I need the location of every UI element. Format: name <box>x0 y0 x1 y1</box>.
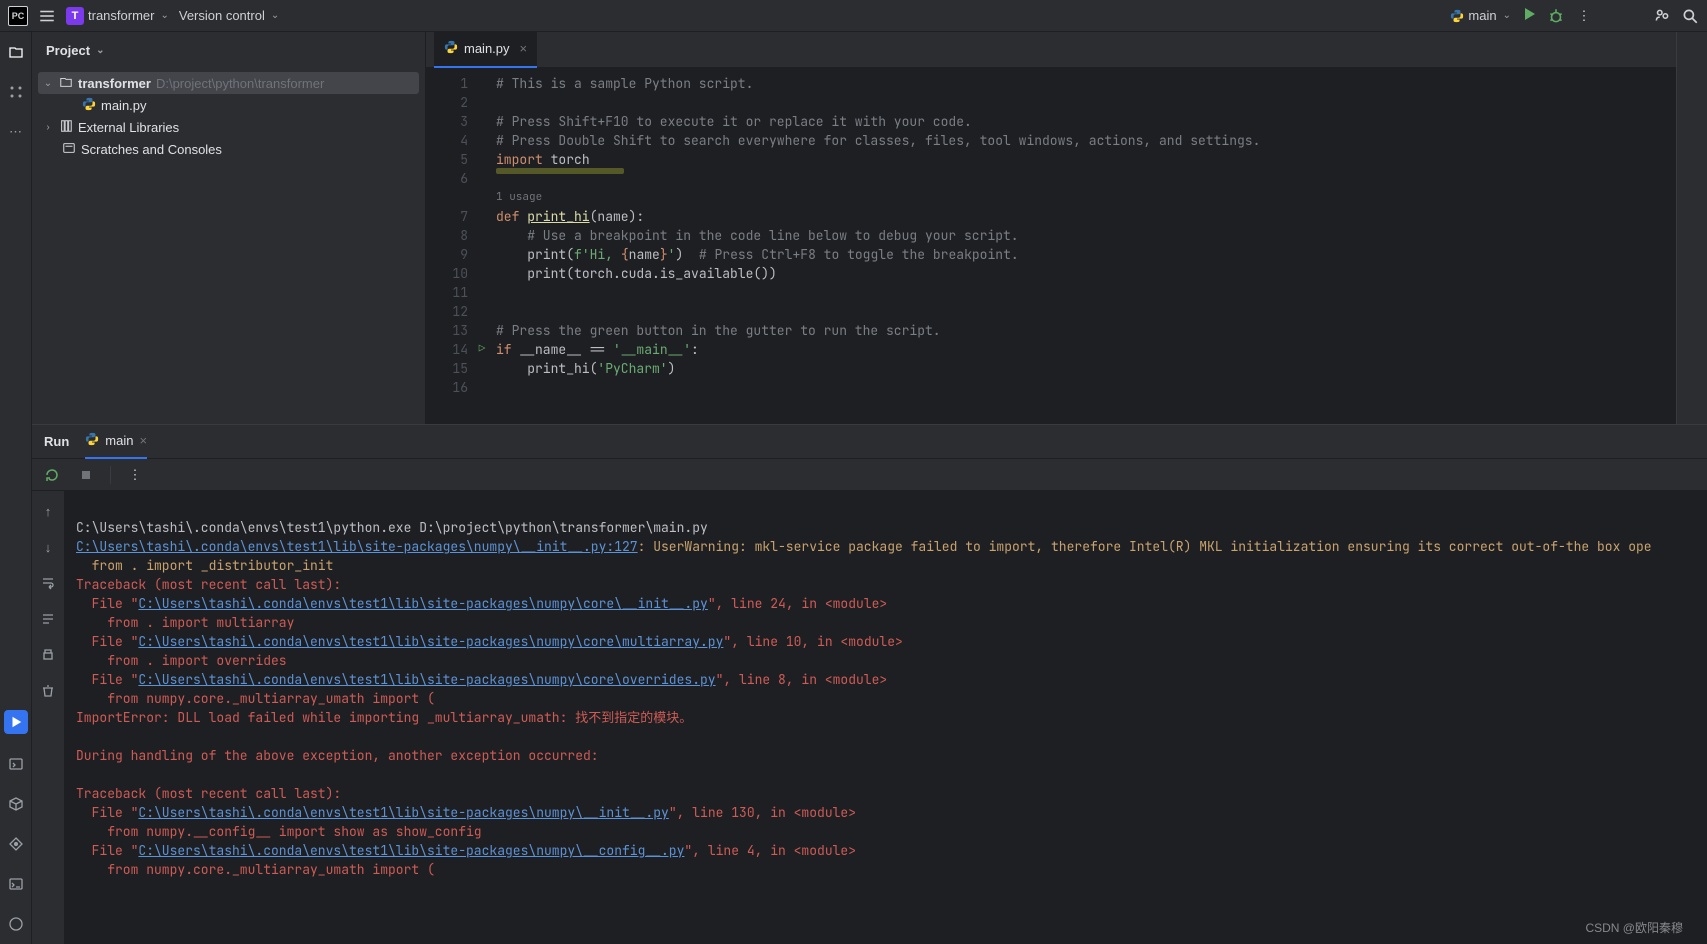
scroll-end-icon[interactable] <box>38 609 58 629</box>
rerun-icon[interactable] <box>42 465 62 485</box>
ide-logo: PC <box>8 6 28 26</box>
ext-libs-label: External Libraries <box>78 120 179 135</box>
python-file-icon <box>82 97 96 114</box>
run-tab-label: main <box>105 433 133 448</box>
scratches-icon <box>62 141 76 158</box>
titlebar: PC T transformer ⌄ Version control ⌄ mai… <box>0 0 1707 32</box>
run-button[interactable] <box>1521 6 1537 25</box>
delete-icon[interactable] <box>38 681 58 701</box>
code-with-me-icon[interactable] <box>1653 7 1671 25</box>
right-toolbar <box>1677 32 1707 424</box>
run-tab-main[interactable]: main × <box>85 425 147 459</box>
editor-tab-main[interactable]: main.py × <box>434 32 537 68</box>
python-file-icon <box>444 40 458 57</box>
editor-body[interactable]: 12345678910111213141516 ▷ # This is a sa… <box>426 68 1676 424</box>
hamburger-menu-icon[interactable] <box>38 7 56 25</box>
project-root-node[interactable]: ⌄ transformer D:\project\python\transfor… <box>38 72 419 94</box>
watermark: CSDN @欧阳秦穆 <box>1585 919 1683 936</box>
chevron-down-icon: ⌄ <box>1503 10 1511 21</box>
down-icon[interactable]: ↓ <box>38 537 58 557</box>
project-tool-icon[interactable] <box>6 42 26 62</box>
version-control-menu[interactable]: Version control ⌄ <box>179 8 279 23</box>
file-link[interactable]: C:\Users\tashi\.conda\envs\test1\lib\sit… <box>138 804 668 821</box>
left-sidebar: ⋯ <box>0 32 32 944</box>
file-link[interactable]: C:\Users\tashi\.conda\envs\test1\lib\sit… <box>138 633 723 650</box>
project-panel-header[interactable]: Project ⌄ <box>32 32 425 68</box>
services-icon[interactable] <box>6 834 26 854</box>
editor-panel: main.py × 12345678910111213141516 ▷ # Th… <box>426 32 1676 424</box>
gutter-icons: ▷ <box>476 68 488 424</box>
file-node-main[interactable]: main.py <box>38 94 419 116</box>
run-tool-window-button[interactable] <box>4 710 28 734</box>
more-actions-icon[interactable]: ⋮ <box>1575 7 1593 25</box>
python-icon <box>1450 9 1464 23</box>
editor-tabbar: main.py × <box>426 32 1676 68</box>
file-label: main.py <box>101 98 147 113</box>
root-path: D:\project\python\transformer <box>156 76 324 91</box>
run-title: Run <box>44 434 69 449</box>
debug-button[interactable] <box>1547 7 1565 25</box>
up-icon[interactable]: ↑ <box>38 501 58 521</box>
editor-tab-label: main.py <box>464 41 510 56</box>
scratches-node[interactable]: Scratches and Consoles <box>38 138 419 160</box>
project-panel-title: Project <box>46 43 90 58</box>
run-config-selector[interactable]: main ⌄ <box>1450 8 1511 23</box>
more-icon[interactable]: ⋮ <box>125 465 145 485</box>
scratches-label: Scratches and Consoles <box>81 142 222 157</box>
run-panel: Run main × ⋮ ↑ ↓ <box>32 424 1707 944</box>
run-config-label: main <box>1468 8 1496 23</box>
packages-icon[interactable] <box>6 794 26 814</box>
file-link[interactable]: C:\Users\tashi\.conda\envs\test1\lib\sit… <box>138 842 684 859</box>
chevron-down-icon: ⌄ <box>96 45 104 56</box>
terminal-icon[interactable] <box>6 874 26 894</box>
chevron-down-icon: ⌄ <box>42 78 54 89</box>
file-link[interactable]: C:\Users\tashi\.conda\envs\test1\lib\sit… <box>76 538 638 555</box>
run-toolbar: ⋮ <box>32 459 1707 491</box>
chevron-down-icon: ⌄ <box>160 10 168 21</box>
run-left-gutter: ↑ ↓ <box>32 491 64 944</box>
project-selector[interactable]: T transformer ⌄ <box>66 7 169 25</box>
print-icon[interactable] <box>38 645 58 665</box>
line-number-gutter: 12345678910111213141516 <box>426 68 476 424</box>
run-tabbar: Run main × <box>32 425 1707 459</box>
soft-wrap-icon[interactable] <box>38 573 58 593</box>
project-name-label: transformer <box>88 8 154 23</box>
python-file-icon <box>85 432 99 449</box>
highlight-annotation <box>496 168 624 174</box>
console-output[interactable]: C:\Users\tashi\.conda\envs\test1\python.… <box>64 491 1707 944</box>
folder-icon <box>59 75 73 92</box>
usage-hint: 1 usage <box>496 188 1260 207</box>
file-link[interactable]: C:\Users\tashi\.conda\envs\test1\lib\sit… <box>138 671 715 688</box>
chevron-right-icon: › <box>42 122 54 133</box>
project-badge: T <box>66 7 84 25</box>
stop-icon[interactable] <box>76 465 96 485</box>
search-icon[interactable] <box>1681 7 1699 25</box>
run-gutter-icon[interactable]: ▷ <box>479 340 486 359</box>
close-tab-icon[interactable]: × <box>520 41 528 56</box>
root-name: transformer <box>78 76 151 91</box>
file-link[interactable]: C:\Users\tashi\.conda\envs\test1\lib\sit… <box>138 595 707 612</box>
structure-tool-icon[interactable] <box>6 82 26 102</box>
external-libraries-node[interactable]: › External Libraries <box>38 116 419 138</box>
code-content[interactable]: # This is a sample Python script. # Pres… <box>488 68 1260 424</box>
more-tools-icon[interactable]: ⋯ <box>6 122 26 142</box>
python-console-icon[interactable] <box>6 754 26 774</box>
version-control-label: Version control <box>179 8 265 23</box>
close-tab-icon[interactable]: × <box>139 433 147 448</box>
project-panel: Project ⌄ ⌄ transformer D:\project\pytho… <box>32 32 426 424</box>
library-icon <box>59 119 73 136</box>
problems-icon[interactable] <box>6 914 26 934</box>
chevron-down-icon: ⌄ <box>271 10 279 21</box>
